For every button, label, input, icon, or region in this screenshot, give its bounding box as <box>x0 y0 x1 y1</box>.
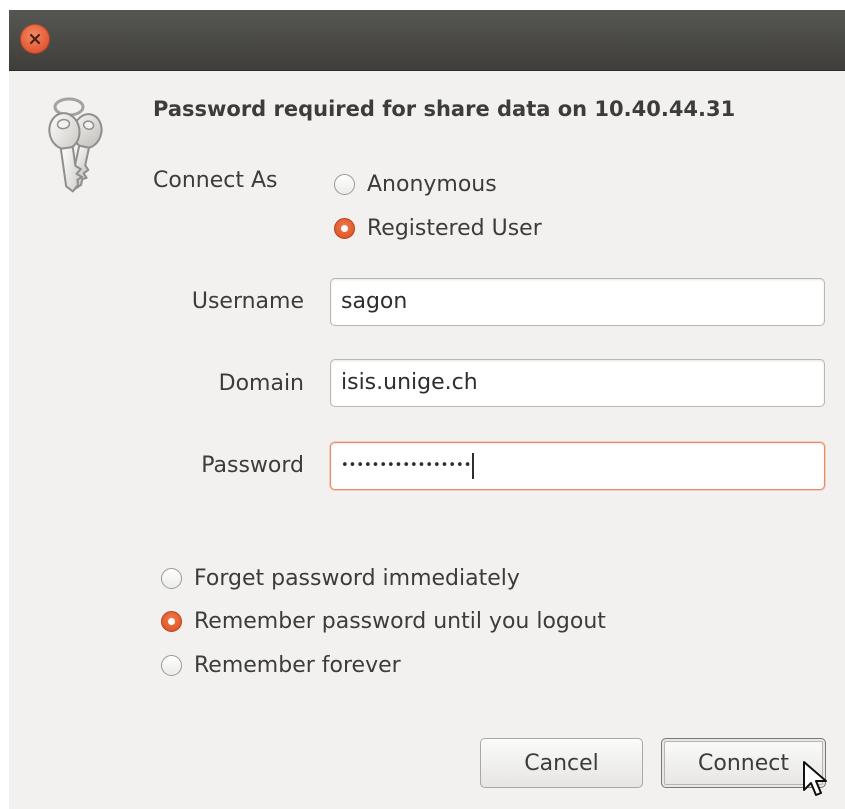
radio-label: Anonymous <box>367 172 497 197</box>
close-icon <box>29 33 41 45</box>
connect-as-label: Connect As <box>153 168 278 193</box>
password-label: Password <box>201 453 304 478</box>
domain-label: Domain <box>218 371 304 396</box>
radio-forget-immediately[interactable]: Forget password immediately <box>161 566 520 591</box>
mouse-pointer-icon <box>803 761 827 796</box>
radio-label: Remember password until you logout <box>194 609 606 634</box>
domain-field[interactable]: isis.unige.ch <box>330 359 825 407</box>
radio-indicator <box>161 568 182 589</box>
radio-remember-forever[interactable]: Remember forever <box>161 653 401 678</box>
radio-label: Registered User <box>367 216 542 241</box>
radio-label: Forget password immediately <box>194 566 520 591</box>
password-mask: ••••••••••••••••• <box>341 458 472 473</box>
cancel-button[interactable]: Cancel <box>480 738 643 788</box>
radio-indicator <box>161 611 182 632</box>
close-button[interactable] <box>20 24 50 54</box>
password-dialog: Password required for share data on 10.4… <box>9 10 845 809</box>
radio-indicator <box>334 218 355 239</box>
radio-remember-until-logout[interactable]: Remember password until you logout <box>161 609 606 634</box>
username-label: Username <box>191 289 304 314</box>
password-field[interactable]: ••••••••••••••••• <box>330 442 825 490</box>
radio-label: Remember forever <box>194 653 401 678</box>
text-caret <box>472 453 475 479</box>
radio-indicator <box>161 655 182 676</box>
keys-icon <box>48 97 103 193</box>
radio-indicator <box>334 174 355 195</box>
titlebar <box>9 10 845 71</box>
dialog-heading: Password required for share data on 10.4… <box>153 97 736 121</box>
radio-registered-user[interactable]: Registered User <box>334 216 542 241</box>
username-field[interactable]: sagon <box>330 278 825 326</box>
radio-anonymous[interactable]: Anonymous <box>334 172 497 197</box>
